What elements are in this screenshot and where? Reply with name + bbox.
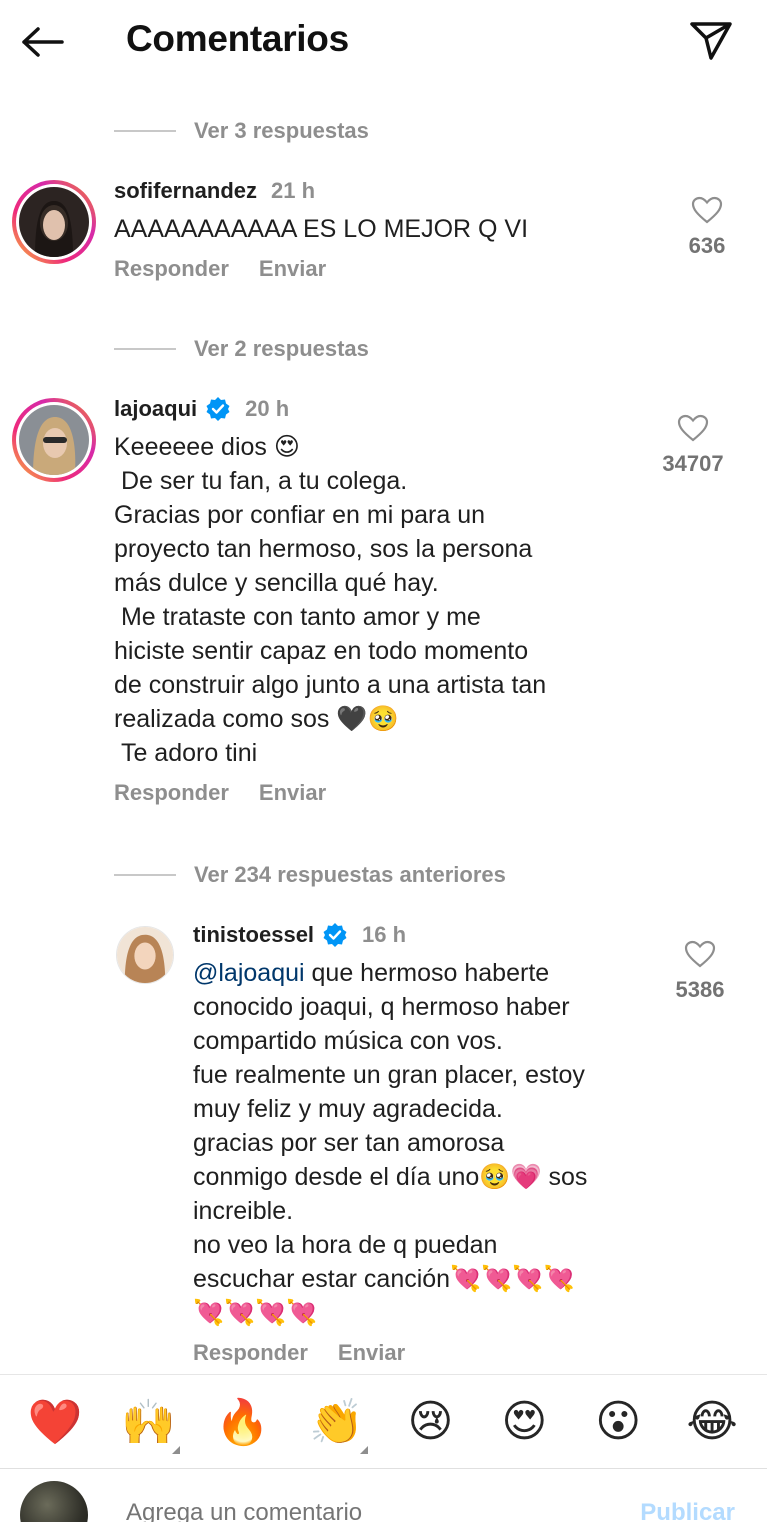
heart-icon[interactable] bbox=[684, 940, 716, 973]
like-count: 34707 bbox=[662, 451, 724, 476]
emoji-reaction-bar: ❤️ 🙌 🔥 👏 😢 😍 😮 😂 bbox=[0, 1374, 767, 1468]
comment-text: AAAAAAAAAAA ES LO MEJOR Q VI bbox=[114, 215, 529, 243]
avatar[interactable] bbox=[12, 180, 96, 264]
comment-time: 21 h bbox=[271, 178, 316, 203]
heart-icon[interactable] bbox=[691, 196, 723, 229]
comment-text: Keeeeee dios 😍 De ser tu fan, a tu coleg… bbox=[114, 433, 547, 767]
page-title: Comentarios bbox=[126, 18, 349, 59]
like-control: 34707 bbox=[652, 414, 734, 477]
comment: lajoaqui 20 h Keeeeee dios 😍 De ser tu f… bbox=[114, 396, 654, 806]
skin-tone-indicator-icon bbox=[171, 1445, 180, 1454]
avatar-image bbox=[19, 405, 89, 475]
like-count: 636 bbox=[688, 233, 726, 258]
comment: sofifernandez 21 h AAAAAAAAAAA ES LO MEJ… bbox=[114, 178, 654, 282]
reply-button[interactable]: Responder bbox=[193, 1340, 308, 1366]
crying-face-emoji-button[interactable]: 😢 bbox=[395, 1396, 465, 1447]
comment-username[interactable]: sofifernandez bbox=[114, 178, 257, 204]
comment-username[interactable]: tinistoessel bbox=[193, 922, 314, 948]
comment-composer: Publicar bbox=[0, 1468, 767, 1522]
back-arrow-icon[interactable] bbox=[18, 20, 66, 64]
reply-button[interactable]: Responder bbox=[114, 256, 229, 282]
fire-emoji-button[interactable]: 🔥 bbox=[208, 1396, 278, 1448]
direct-message-icon[interactable] bbox=[687, 18, 735, 64]
publish-button[interactable]: Publicar bbox=[640, 1499, 735, 1522]
comment-text: @lajoaqui que hermoso haberte conocido j… bbox=[193, 956, 653, 1330]
divider-line bbox=[114, 874, 176, 876]
heart-eyes-emoji-button[interactable]: 😍 bbox=[489, 1396, 559, 1447]
avatar[interactable] bbox=[12, 398, 96, 482]
red-heart-emoji-button[interactable]: ❤️ bbox=[20, 1396, 90, 1448]
verified-badge-icon bbox=[205, 396, 231, 422]
like-count: 5386 bbox=[675, 977, 725, 1002]
view-replies-button[interactable]: Ver 2 respuestas bbox=[114, 336, 369, 362]
comment-input[interactable] bbox=[126, 1499, 546, 1522]
heart-icon[interactable] bbox=[677, 414, 709, 447]
avatar-image bbox=[19, 187, 89, 257]
view-previous-label: Ver 234 respuestas anteriores bbox=[194, 862, 506, 887]
comment-time: 16 h bbox=[362, 922, 407, 947]
send-button[interactable]: Enviar bbox=[338, 1340, 405, 1366]
reply-button[interactable]: Responder bbox=[114, 780, 229, 806]
comment-text-content: que hermoso haberte conocido joaqui, q h… bbox=[193, 959, 588, 1327]
top-bar: Comentarios bbox=[0, 0, 767, 84]
divider-line bbox=[114, 130, 176, 132]
raising-hands-emoji-button[interactable]: 🙌 bbox=[114, 1396, 184, 1454]
mention-link[interactable]: @lajoaqui bbox=[193, 959, 305, 987]
my-avatar bbox=[20, 1481, 88, 1522]
avatar[interactable] bbox=[116, 926, 174, 984]
send-button[interactable]: Enviar bbox=[259, 256, 326, 282]
comment-time: 20 h bbox=[245, 396, 290, 421]
skin-tone-indicator-icon bbox=[359, 1445, 368, 1454]
view-replies-label: Ver 3 respuestas bbox=[194, 118, 369, 143]
clapping-hands-emoji-button[interactable]: 👏 bbox=[302, 1396, 372, 1454]
reply-comment: tinistoessel 16 h @lajoaqui que hermoso … bbox=[193, 922, 653, 1366]
surprised-face-emoji-button[interactable]: 😮 bbox=[583, 1396, 653, 1447]
view-replies-button[interactable]: Ver 3 respuestas bbox=[114, 118, 369, 144]
like-control: 5386 bbox=[660, 940, 740, 1003]
comment-username[interactable]: lajoaqui bbox=[114, 396, 197, 422]
tears-of-joy-emoji-button[interactable]: 😂 bbox=[677, 1396, 747, 1447]
verified-badge-icon bbox=[322, 922, 348, 948]
view-replies-label: Ver 2 respuestas bbox=[194, 336, 369, 361]
like-control: 636 bbox=[676, 196, 738, 259]
view-previous-replies-button[interactable]: Ver 234 respuestas anteriores bbox=[114, 862, 506, 888]
send-button[interactable]: Enviar bbox=[259, 780, 326, 806]
divider-line bbox=[114, 348, 176, 350]
avatar-image bbox=[117, 927, 173, 983]
